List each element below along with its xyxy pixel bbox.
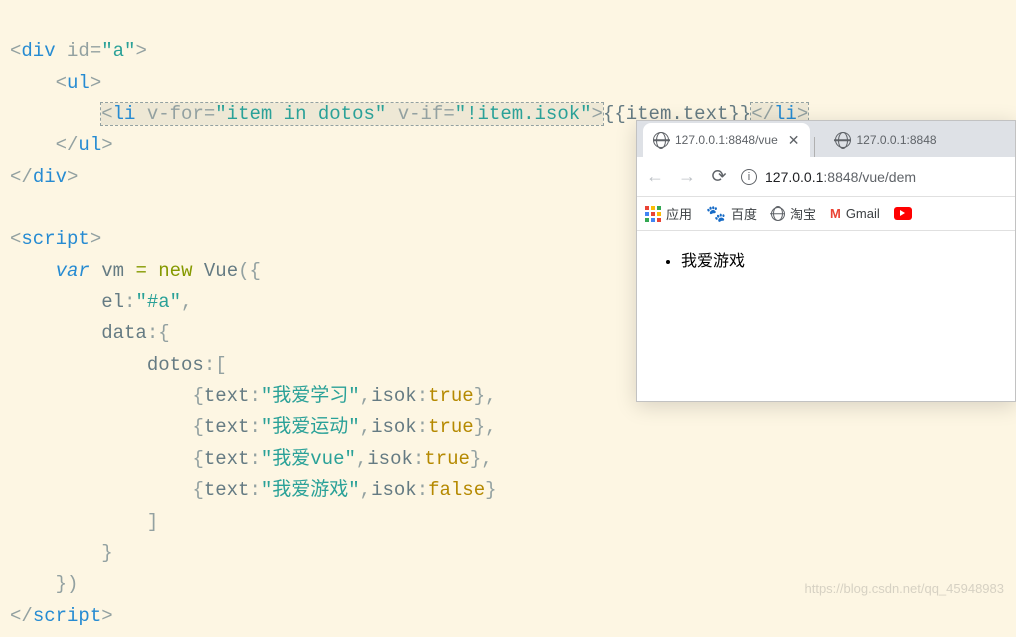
bookmark-baidu[interactable]: 🐾 百度 <box>706 204 757 224</box>
url-port: :8848 <box>823 169 858 185</box>
browser-tab-inactive[interactable]: 127.0.0.1:8848 <box>825 123 947 157</box>
tabs-row: 127.0.0.1:8848/vue ✕ 127.0.0.1:8848 <box>637 121 1015 157</box>
reload-icon[interactable]: ⟳ <box>709 166 729 187</box>
tag-script-open: script <box>21 228 89 250</box>
watermark: https://blog.csdn.net/qq_45948983 <box>805 581 1005 596</box>
item3-text: "我爱游戏" <box>261 479 360 501</box>
tag-li-open: li <box>113 103 136 125</box>
globe-icon <box>653 132 669 148</box>
bookmark-apps-label: 应用 <box>666 204 692 223</box>
bookmarks-bar: 应用 🐾 百度 淘宝 M Gmail <box>637 197 1015 231</box>
val-id: "a" <box>101 40 135 62</box>
attr-id: id <box>67 40 90 62</box>
attr-vif: v-if <box>398 103 444 125</box>
bookmark-baidu-label: 百度 <box>731 204 757 223</box>
tag-div: div <box>21 40 55 62</box>
back-icon[interactable]: ← <box>645 166 665 187</box>
bookmark-gmail[interactable]: M Gmail <box>830 206 880 221</box>
item0-text: "我爱学习" <box>261 385 360 407</box>
info-icon[interactable]: i <box>741 169 757 185</box>
highlighted-line: <li v-for="item in dotos" v-if="!item.is… <box>101 103 603 125</box>
apps-icon <box>645 206 661 222</box>
ident-vm: vm <box>101 260 124 282</box>
globe-icon <box>771 207 785 221</box>
tag-script-close: script <box>33 605 101 627</box>
browser-tab-active[interactable]: 127.0.0.1:8848/vue ✕ <box>643 123 810 157</box>
bookmark-gmail-label: Gmail <box>846 206 880 221</box>
kw-var: var <box>56 260 90 282</box>
item2-isok: true <box>424 448 470 470</box>
bookmark-taobao[interactable]: 淘宝 <box>771 204 816 223</box>
item2-text: "我爱vue" <box>261 448 356 470</box>
tag-div-close: div <box>33 166 67 188</box>
val-vif: "!item.isok" <box>455 103 592 125</box>
forward-icon[interactable]: → <box>677 166 697 187</box>
youtube-icon <box>894 207 912 220</box>
tab-divider <box>814 137 815 157</box>
page-content: 我爱游戏 <box>637 231 1015 401</box>
item0-isok: true <box>428 385 474 407</box>
rendered-list: 我爱游戏 <box>657 247 995 271</box>
prop-el: el <box>101 291 124 313</box>
item1-text: "我爱运动" <box>261 416 360 438</box>
bookmark-apps[interactable]: 应用 <box>645 204 692 223</box>
item1-isok: true <box>428 416 474 438</box>
bookmark-youtube[interactable] <box>894 207 912 220</box>
url-host: 127.0.0.1 <box>765 169 823 185</box>
close-icon[interactable]: ✕ <box>788 132 800 149</box>
browser-window: 127.0.0.1:8848/vue ✕ 127.0.0.1:8848 ← → … <box>636 120 1016 402</box>
tab-title-2: 127.0.0.1:8848 <box>857 133 937 147</box>
url-path: /vue/dem <box>858 169 916 185</box>
globe-icon <box>835 132 851 148</box>
attr-vfor: v-for <box>147 103 204 125</box>
prop-data: data <box>101 322 147 344</box>
val-el: "#a" <box>135 291 181 313</box>
tag-ul-close: ul <box>78 134 101 156</box>
val-vfor: "item in dotos" <box>215 103 386 125</box>
tag-ul-open: ul <box>67 72 90 94</box>
gmail-icon: M <box>830 206 841 221</box>
url-field[interactable]: i 127.0.0.1:8848/vue/dem <box>741 169 1007 185</box>
baidu-icon: 🐾 <box>706 204 726 224</box>
tab-title: 127.0.0.1:8848/vue <box>675 133 778 147</box>
kw-new: new <box>158 260 192 282</box>
item3-isok: false <box>428 479 485 501</box>
prop-dotos: dotos <box>147 354 204 376</box>
list-item: 我爱游戏 <box>681 247 995 271</box>
ident-vue: Vue <box>204 260 238 282</box>
address-bar: ← → ⟳ i 127.0.0.1:8848/vue/dem <box>637 157 1015 197</box>
bookmark-taobao-label: 淘宝 <box>790 204 816 223</box>
